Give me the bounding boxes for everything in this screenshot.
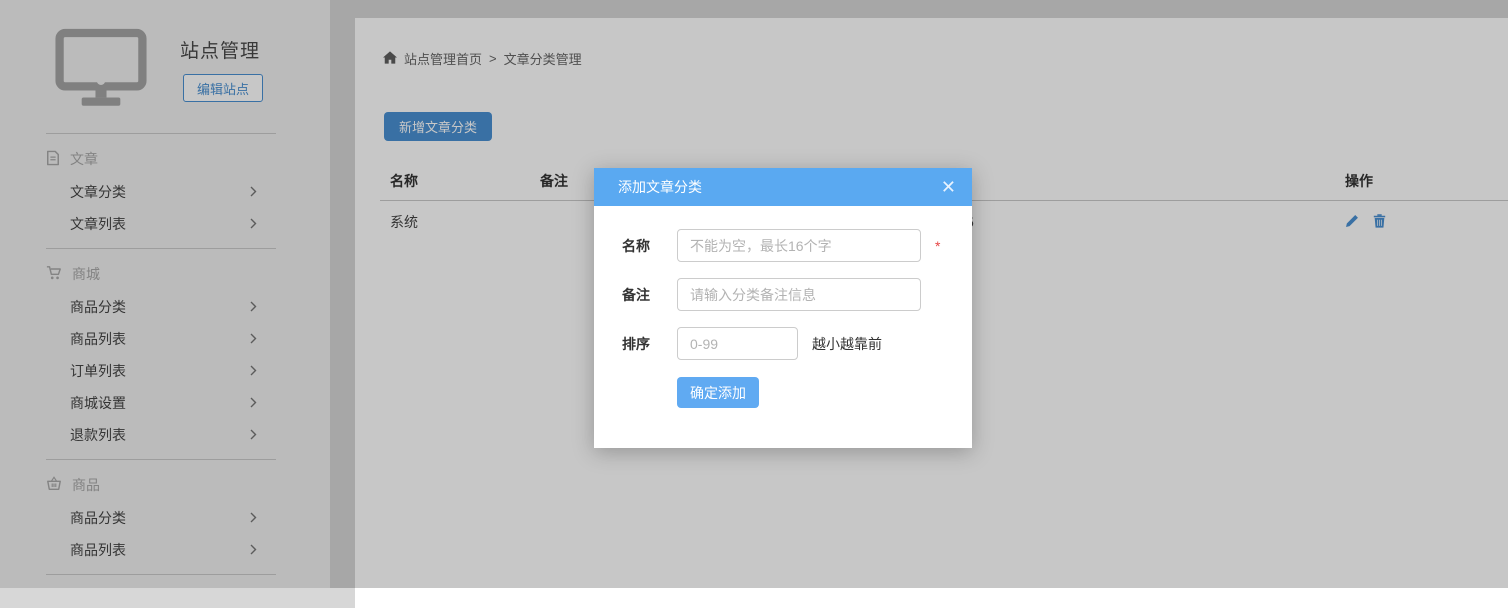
modal-header: 添加文章分类 ✕	[594, 168, 972, 206]
close-icon[interactable]: ✕	[941, 178, 956, 196]
note-field[interactable]	[677, 278, 921, 311]
sort-field-hint: 越小越靠前	[812, 334, 882, 354]
name-field-label: 名称	[622, 236, 677, 256]
required-asterisk: *	[935, 238, 940, 254]
name-field[interactable]	[677, 229, 921, 262]
confirm-add-button[interactable]: 确定添加	[677, 377, 759, 408]
site-management-app: 站点管理 编辑站点 文章 文章分类	[0, 0, 1508, 588]
note-field-label: 备注	[622, 285, 677, 305]
form-row-note: 备注	[622, 278, 972, 311]
form-row-sort: 排序 越小越靠前	[622, 327, 972, 360]
modal-title: 添加文章分类	[618, 177, 941, 197]
add-article-category-modal: 添加文章分类 ✕ 名称 * 备注 排序 越小越靠前 确定添加	[594, 168, 972, 448]
sort-field-label: 排序	[622, 334, 677, 354]
form-row-name: 名称 *	[622, 229, 972, 262]
modal-body: 名称 * 备注 排序 越小越靠前 确定添加	[594, 206, 972, 448]
sort-field[interactable]	[677, 327, 798, 360]
